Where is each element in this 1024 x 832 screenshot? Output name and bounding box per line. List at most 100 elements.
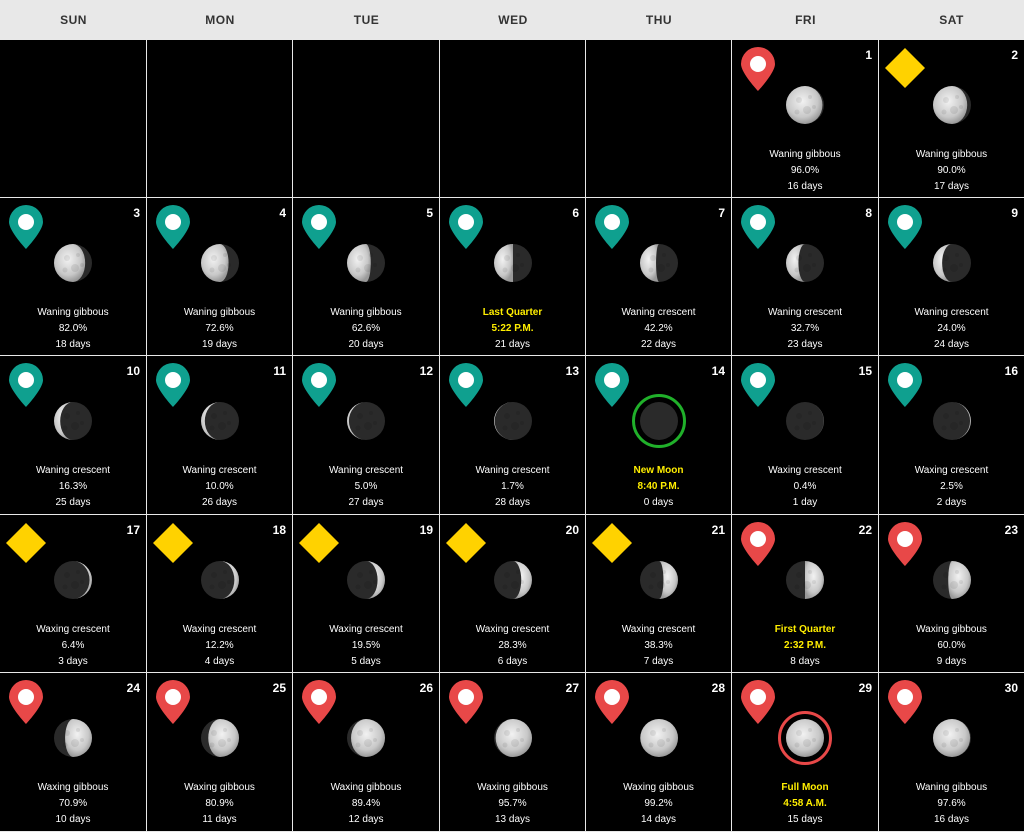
day-number: 23 bbox=[1004, 523, 1018, 537]
illumination-percent: 38.3% bbox=[644, 640, 673, 651]
day-cell-8[interactable]: 8 Waning crescent 32.7% 23 days bbox=[732, 198, 879, 356]
phase-name: Waning crescent bbox=[35, 465, 111, 476]
teal-map-pin-icon bbox=[446, 204, 486, 250]
moon-info: Waxing gibbous 89.4% 12 days bbox=[293, 780, 439, 828]
phase-name: Waxing gibbous bbox=[916, 624, 987, 635]
illumination-percent: 1.7% bbox=[501, 481, 524, 492]
moon-phase-icon bbox=[932, 243, 972, 283]
moon-age: 24 days bbox=[933, 339, 970, 350]
day-cell-15[interactable]: 15 Waxing crescent 0.4% 1 day bbox=[732, 356, 879, 515]
day-cell-23[interactable]: 23 Waxing gibbous 60.0% 9 days bbox=[879, 515, 1024, 673]
illumination-percent: 28.3% bbox=[498, 640, 527, 651]
moon-info: Waning gibbous 96.0% 16 days bbox=[732, 147, 878, 195]
day-cell-28[interactable]: 28 Waxing gibbous 99.2% 14 days bbox=[586, 673, 732, 832]
weekday-header: SUN MON TUE WED THU FRI SAT bbox=[0, 0, 1024, 40]
day-cell-2[interactable]: 2 Waning gibbous 90.0% 17 days bbox=[879, 40, 1024, 198]
phase-name: Waxing gibbous bbox=[623, 782, 694, 793]
day-cell-17[interactable]: 17 Waxing crescent 6.4% 3 days bbox=[0, 515, 147, 673]
moon-age: 5 days bbox=[351, 656, 381, 667]
moon-age: 18 days bbox=[55, 339, 91, 350]
day-cell-25[interactable]: 25 Waxing gibbous 80.9% 11 days bbox=[147, 673, 293, 832]
day-cell-9[interactable]: 9 Waning crescent 24.0% 24 days bbox=[879, 198, 1024, 356]
day-number: 8 bbox=[865, 206, 872, 220]
day-cell-27[interactable]: 27 Waxing gibbous 95.7% 13 days bbox=[440, 673, 586, 832]
day-cell-14[interactable]: 14 New Moon 8:40 P.M. 0 days bbox=[586, 356, 732, 515]
illumination-percent: 6.4% bbox=[61, 640, 85, 651]
phase-name: Waxing crescent bbox=[475, 624, 550, 635]
weekday-tue: TUE bbox=[353, 13, 380, 27]
moon-info: Waxing crescent 6.4% 3 days bbox=[0, 622, 146, 670]
day-cell-19[interactable]: 19 Waxing crescent 19.5% 5 days bbox=[293, 515, 440, 673]
moon-phase-icon bbox=[639, 560, 679, 600]
moon-phase-icon bbox=[346, 718, 386, 758]
day-cell-12[interactable]: 12 Waning crescent 5.0% 27 days bbox=[293, 356, 440, 515]
day-cell-3[interactable]: 3 Waning gibbous 82.0% 18 days bbox=[0, 198, 147, 356]
moon-phase-icon bbox=[346, 243, 386, 283]
day-number: 11 bbox=[273, 364, 286, 378]
teal-map-pin-icon bbox=[592, 204, 632, 250]
moon-age: 20 days bbox=[348, 339, 384, 350]
phase-name: Waxing gibbous bbox=[477, 782, 548, 793]
red-map-pin-icon bbox=[299, 679, 339, 725]
teal-map-pin-icon bbox=[299, 204, 339, 250]
phase-name: Waxing gibbous bbox=[184, 782, 255, 793]
day-number: 26 bbox=[419, 681, 433, 695]
phase-name: First Quarter bbox=[774, 624, 836, 635]
moon-age: 10 days bbox=[55, 814, 91, 825]
phase-name: Waning crescent bbox=[328, 465, 404, 476]
moon-info: Waning gibbous 82.0% 18 days bbox=[0, 305, 146, 353]
day-cell-24[interactable]: 24 Waxing gibbous 70.9% 10 days bbox=[0, 673, 147, 832]
day-cell-26[interactable]: 26 Waxing gibbous 89.4% 12 days bbox=[293, 673, 440, 832]
moon-phase-icon bbox=[639, 718, 679, 758]
day-cell-22[interactable]: 22 First Quarter 2:32 P.M. 8 days bbox=[732, 515, 879, 673]
illumination-percent: 72.6% bbox=[205, 323, 234, 334]
teal-map-pin-icon bbox=[885, 204, 925, 250]
day-cell-1[interactable]: 1 Waning gibbous 96.0% 16 days bbox=[732, 40, 879, 198]
day-cell-10[interactable]: 10 Waning crescent 16.3% 25 days bbox=[0, 356, 147, 515]
moon-info: Waning crescent 16.3% 25 days bbox=[0, 463, 146, 511]
teal-map-pin-icon bbox=[885, 362, 925, 408]
illumination-percent: 60.0% bbox=[937, 640, 966, 651]
day-cell-21[interactable]: 21 Waxing crescent 38.3% 7 days bbox=[586, 515, 732, 673]
day-cell-5[interactable]: 5 Waning gibbous 62.6% 20 days bbox=[293, 198, 440, 356]
moon-info: Waning crescent 1.7% 28 days bbox=[440, 463, 585, 511]
moon-age: 25 days bbox=[55, 497, 91, 508]
moon-phase-icon bbox=[493, 243, 533, 283]
day-number: 16 bbox=[1004, 364, 1018, 378]
day-cell-18[interactable]: 18 Waxing crescent 12.2% 4 days bbox=[147, 515, 293, 673]
illumination-percent: 2.5% bbox=[940, 481, 963, 492]
moon-phase-icon bbox=[639, 401, 679, 441]
day-cell-11[interactable]: 11 Waning crescent 10.0% 26 days bbox=[147, 356, 293, 515]
moon-phase-icon bbox=[932, 401, 972, 441]
day-cell-13[interactable]: 13 Waning crescent 1.7% 28 days bbox=[440, 356, 586, 515]
moon-phase-icon bbox=[53, 560, 93, 600]
illumination-percent: 89.4% bbox=[351, 798, 381, 809]
day-cell-4[interactable]: 4 Waning gibbous 72.6% 19 days bbox=[147, 198, 293, 356]
phase-name: Full Moon bbox=[781, 782, 829, 793]
moon-info: Waxing crescent 12.2% 4 days bbox=[147, 622, 292, 670]
moon-phase-icon bbox=[346, 560, 386, 600]
moon-phase-icon bbox=[346, 401, 386, 441]
moon-phase-icon bbox=[200, 718, 240, 758]
teal-map-pin-icon bbox=[299, 362, 339, 408]
teal-map-pin-icon bbox=[446, 362, 486, 408]
day-cell-29[interactable]: 29 Full Moon 4:58 A.M. 15 days bbox=[732, 673, 879, 832]
day-cell-6[interactable]: 6 Last Quarter 5:22 P.M. 21 days bbox=[440, 198, 586, 356]
day-cell-16[interactable]: 16 Waxing crescent 2.5% 2 days bbox=[879, 356, 1024, 515]
day-cell-30[interactable]: 30 Waning gibbous 97.6% 16 days bbox=[879, 673, 1024, 832]
moon-phase-icon bbox=[932, 85, 972, 125]
empty-day-cell bbox=[147, 40, 293, 198]
phase-name: Waxing crescent bbox=[182, 624, 257, 635]
calendar-grid: 1 Waning gibbous 96.0% 16 days 2 Waning gibbo… bbox=[0, 40, 1024, 832]
moon-age: 28 days bbox=[494, 497, 531, 508]
illumination-percent: 97.6% bbox=[937, 798, 966, 809]
day-number: 9 bbox=[1011, 206, 1018, 220]
moon-age: 4 days bbox=[204, 656, 235, 667]
moon-phase-icon bbox=[200, 401, 240, 441]
moon-info: Full Moon 4:58 A.M. 15 days bbox=[732, 780, 878, 828]
weekday-thu: THU bbox=[645, 13, 673, 27]
day-cell-20[interactable]: 20 Waxing crescent 28.3% 6 days bbox=[440, 515, 586, 673]
day-cell-7[interactable]: 7 Waning crescent 42.2% 22 days bbox=[586, 198, 732, 356]
weekday-sun: SUN bbox=[60, 13, 87, 27]
moon-age: 21 days bbox=[494, 339, 531, 350]
